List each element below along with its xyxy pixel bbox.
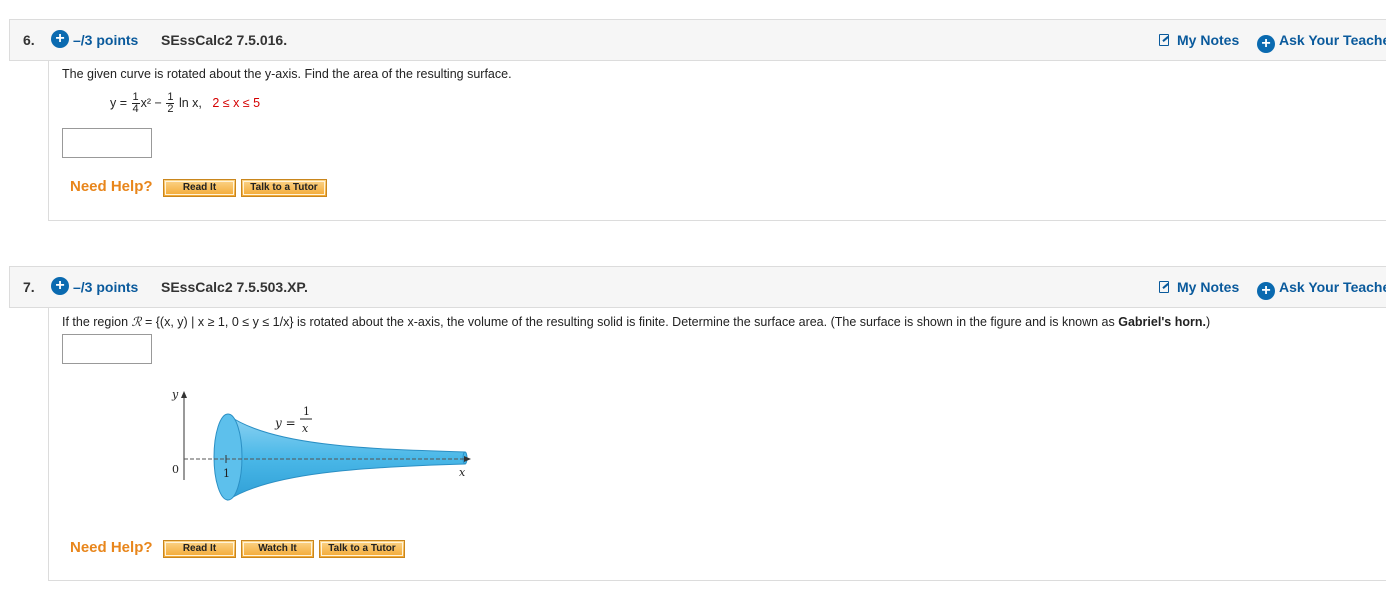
ln-x: ln x, xyxy=(178,95,202,110)
x-axis-arrow-icon xyxy=(464,456,471,462)
note-icon xyxy=(1159,281,1169,293)
question-6-header: 6. + –/3 points SEssCalc2 7.5.016. My No… xyxy=(9,19,1386,61)
ask-teacher-link[interactable]: + Ask Your Teache xyxy=(1257,279,1386,300)
curve-lhs: y = xyxy=(274,416,296,430)
minus-sign: − xyxy=(154,95,162,110)
ask-teacher-label: Ask Your Teache xyxy=(1279,32,1386,48)
x-axis-label: x xyxy=(459,466,466,479)
expand-plus-icon[interactable]: + xyxy=(51,277,69,295)
question-6-body: The given curve is rotated about the y-a… xyxy=(48,60,1386,221)
question-text: The given curve is rotated about the y-a… xyxy=(62,67,512,81)
my-notes-link[interactable]: My Notes xyxy=(1159,279,1239,295)
points-link[interactable]: –/3 points xyxy=(73,32,138,48)
question-text: If the region ℛ = {(x, y) | x ≥ 1, 0 ≤ y… xyxy=(62,315,1211,329)
question-7-header: 7. + –/3 points SEssCalc2 7.5.503.XP. My… xyxy=(9,266,1386,308)
x-range: 2 ≤ x ≤ 5 xyxy=(212,95,261,110)
ask-plus-icon: + xyxy=(1257,282,1275,300)
watch-it-button[interactable]: Watch It xyxy=(241,540,314,558)
talk-to-tutor-button[interactable]: Talk to a Tutor xyxy=(241,179,327,197)
fraction-one-half: 12 xyxy=(166,91,175,115)
question-number: 7. xyxy=(23,279,35,295)
gabriels-horn-figure: y 0 1 x y = 1 x xyxy=(171,388,471,501)
points-link[interactable]: –/3 points xyxy=(73,279,138,295)
horn-surface xyxy=(227,414,466,501)
y-axis-arrow-icon xyxy=(181,391,187,398)
need-help-label: Need Help? xyxy=(70,539,153,556)
x-squared: x² xyxy=(140,95,152,110)
read-it-button[interactable]: Read It xyxy=(163,540,236,558)
talk-to-tutor-button[interactable]: Talk to a Tutor xyxy=(319,540,405,558)
answer-input[interactable] xyxy=(62,128,152,158)
my-notes-label: My Notes xyxy=(1177,279,1240,295)
equation: y = 1 4 x² − 12 ln x, 2 ≤ x ≤ 5 xyxy=(110,92,260,115)
ask-plus-icon: + xyxy=(1257,35,1275,53)
question-id: SEssCalc2 7.5.016. xyxy=(161,32,288,48)
tick-label: 1 xyxy=(223,467,230,480)
question-id: SEssCalc2 7.5.503.XP. xyxy=(161,279,308,295)
horn-opening xyxy=(213,413,243,501)
ask-teacher-label: Ask Your Teache xyxy=(1279,279,1386,295)
equation-lhs: y = xyxy=(110,95,128,110)
my-notes-label: My Notes xyxy=(1177,32,1240,48)
curve-numerator: 1 xyxy=(303,405,310,418)
fraction-one-quarter: 14 xyxy=(131,91,140,115)
curve-denominator: x xyxy=(302,422,309,435)
ask-teacher-link[interactable]: + Ask Your Teache xyxy=(1257,32,1386,53)
expand-plus-icon[interactable]: + xyxy=(51,30,69,48)
y-axis-label: y xyxy=(171,388,179,401)
need-help-label: Need Help? xyxy=(70,178,153,195)
question-number: 6. xyxy=(23,32,35,48)
read-it-button[interactable]: Read It xyxy=(163,179,236,197)
my-notes-link[interactable]: My Notes xyxy=(1159,32,1239,48)
answer-input[interactable] xyxy=(62,334,152,364)
note-icon xyxy=(1159,34,1169,46)
gabriels-horn-term: Gabriel's horn. xyxy=(1118,315,1206,329)
origin-label: 0 xyxy=(172,463,179,476)
